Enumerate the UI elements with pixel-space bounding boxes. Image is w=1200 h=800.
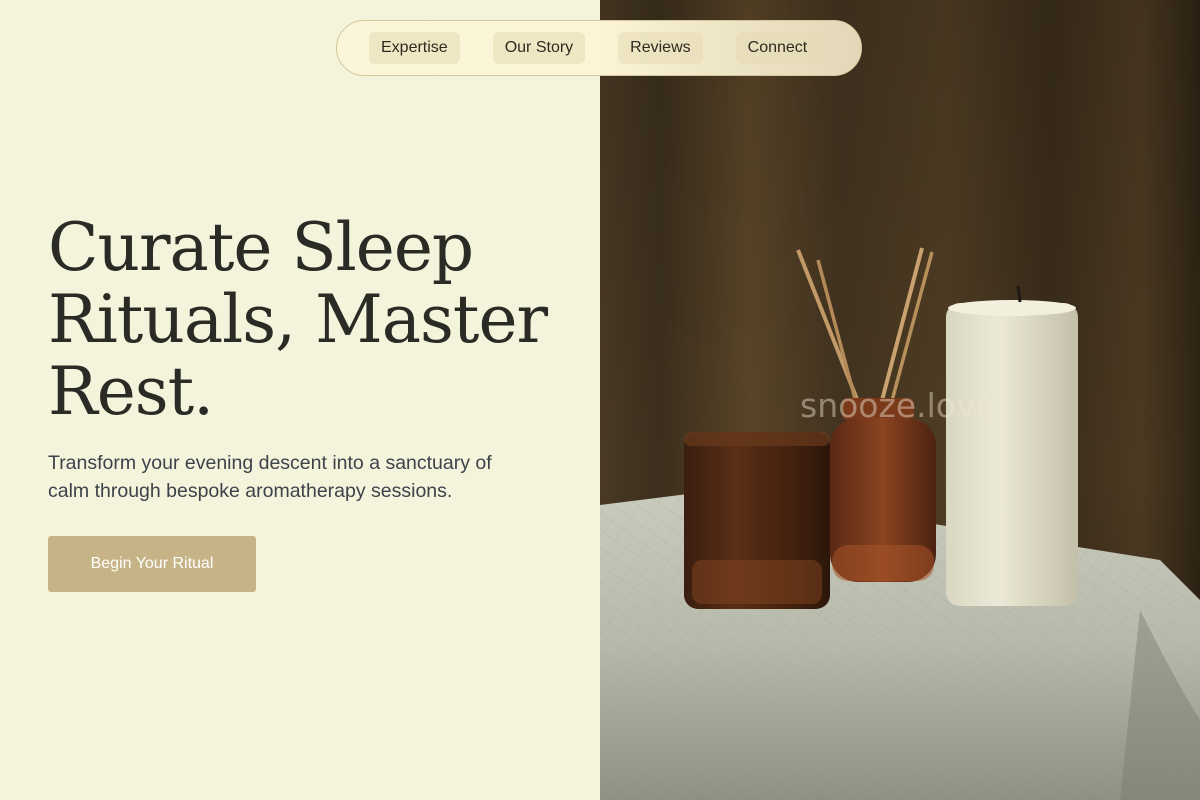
hero-subtitle-line-2: calm through bespoke aromatherapy sessio… (48, 480, 453, 502)
nav-connect[interactable]: Connect (735, 32, 820, 64)
nav-reviews[interactable]: Reviews (618, 32, 703, 64)
hero-title-line-2: Rituals, Master (48, 281, 548, 358)
candle-diffuser-photo (600, 0, 1200, 800)
landing-page: Curate Sleep Rituals, Master Rest. Transfo… (0, 0, 1200, 800)
nav-our-story[interactable]: Our Story (492, 32, 586, 64)
hero-subtitle: Transform your evening descent into a sa… (48, 449, 568, 505)
hero-left-panel: Curate Sleep Rituals, Master Rest. Transfo… (0, 0, 600, 800)
hero-subtitle-line-1: Transform your evening descent into a sa… (48, 452, 492, 474)
top-navigation: Expertise Our Story Reviews Connect (336, 20, 862, 76)
hero-title-line-3: Rest. (48, 353, 214, 430)
hero-title-line-1: Curate Sleep (48, 209, 474, 286)
nav-expertise[interactable]: Expertise (369, 32, 460, 64)
hero-title: Curate Sleep Rituals, Master Rest. (48, 212, 588, 428)
begin-ritual-button[interactable]: Begin Your Ritual (48, 536, 256, 592)
hero-image (600, 0, 1200, 800)
